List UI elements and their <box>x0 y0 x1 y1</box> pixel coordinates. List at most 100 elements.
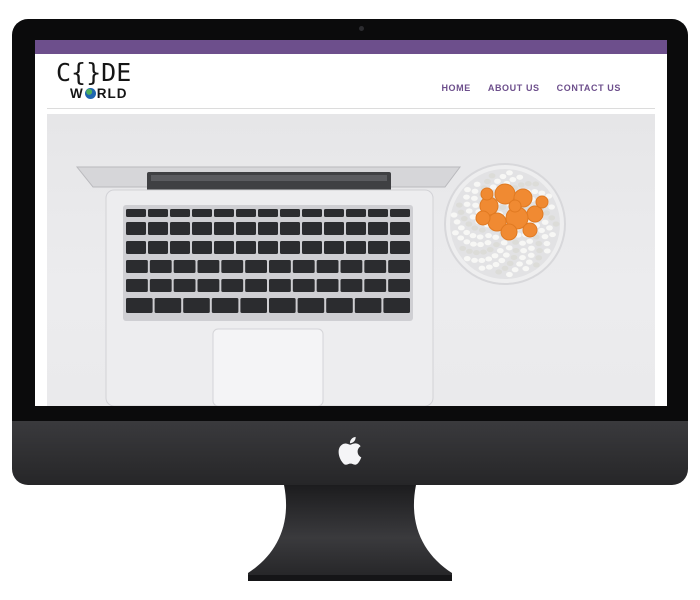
keyboard-key <box>346 222 366 235</box>
keyboard-key <box>170 209 190 217</box>
succulent-bud <box>480 187 494 201</box>
succulent-bud <box>500 223 518 241</box>
succulent-bud <box>522 222 538 238</box>
pebble <box>543 210 550 216</box>
succulent-bud <box>535 195 549 209</box>
pebble <box>531 188 539 195</box>
pebble <box>473 181 481 187</box>
pebble <box>541 234 549 240</box>
succulent-bud <box>475 210 491 226</box>
keyboard-key <box>240 298 267 313</box>
pebble <box>517 182 525 188</box>
pebble <box>469 214 477 220</box>
keyboard-key <box>297 298 325 313</box>
pebble <box>546 225 553 231</box>
pebble <box>457 235 465 241</box>
nav-home[interactable]: HOME <box>441 83 470 93</box>
camera-icon <box>359 26 364 31</box>
logo-wordmark: C{}DE <box>56 58 132 87</box>
pebble <box>473 249 480 256</box>
top-accent-bar <box>35 40 667 54</box>
keyboard-key <box>364 260 387 273</box>
pebble <box>466 248 473 254</box>
keyboard-key <box>346 209 366 217</box>
pebble <box>478 257 486 264</box>
keyboard-key <box>292 279 315 292</box>
pebble <box>489 184 497 190</box>
pebble <box>450 212 458 218</box>
pebble <box>541 219 549 225</box>
pebble <box>519 254 526 261</box>
keyboard-key <box>280 241 300 254</box>
site-logo[interactable]: C{}DE W RLD <box>56 58 156 101</box>
pebble <box>500 240 508 246</box>
nav-about-us[interactable]: ABOUT US <box>488 83 540 93</box>
succulent-bud <box>508 199 522 213</box>
pebble <box>532 262 540 268</box>
pebble <box>463 194 470 200</box>
pebble <box>464 187 471 193</box>
hero-image <box>47 114 655 406</box>
keyboard-key <box>211 298 239 313</box>
pebble <box>471 225 479 231</box>
nav-contact-us[interactable]: CONTACT US <box>557 83 621 93</box>
pebble <box>492 261 500 268</box>
keyboard-key <box>269 298 296 313</box>
hero-illustration <box>75 163 566 406</box>
pebble <box>463 201 471 207</box>
pebble <box>498 257 506 264</box>
apple-icon <box>338 436 362 465</box>
keyboard-key <box>302 241 322 254</box>
keyboard-key <box>316 279 339 292</box>
pebble <box>522 266 530 272</box>
pebble <box>535 240 543 247</box>
pebble <box>478 227 486 233</box>
keyboard-key <box>214 209 234 217</box>
keyboard-key <box>390 222 410 235</box>
header-divider <box>47 108 655 109</box>
pebble <box>527 252 535 258</box>
keyboard-key <box>149 279 172 292</box>
pebble <box>512 247 520 254</box>
pebble <box>471 257 478 263</box>
keyboard-key <box>280 222 300 235</box>
keyboard-key <box>126 260 148 273</box>
pebble <box>543 248 551 254</box>
keyboard-key <box>197 260 220 273</box>
keyboard-key <box>192 241 212 254</box>
keyboard-key <box>269 260 291 273</box>
pebble <box>552 221 560 227</box>
pebble <box>520 248 528 254</box>
keyboard-key <box>126 279 148 292</box>
pebble <box>516 174 524 180</box>
pebble <box>506 170 513 176</box>
pebble <box>499 173 507 180</box>
logo-subtitle: W RLD <box>70 86 128 101</box>
keyboard-key <box>292 260 315 273</box>
keyboard-key <box>221 260 244 273</box>
pebble <box>519 240 526 246</box>
keyboard-key <box>368 241 388 254</box>
pebble <box>505 245 513 251</box>
keyboard-key <box>148 241 168 254</box>
pebble <box>509 177 517 183</box>
pebble <box>488 173 496 179</box>
monitor-stand <box>248 485 452 581</box>
pebble <box>538 227 545 234</box>
pebble <box>457 225 465 231</box>
keyboard-key <box>192 209 212 217</box>
pebble <box>492 234 500 240</box>
keyboard-key <box>324 241 344 254</box>
keyboard-key <box>368 222 388 235</box>
keyboard-key <box>170 222 190 235</box>
pebble <box>511 267 519 273</box>
keyboard-key <box>258 241 278 254</box>
pebble <box>499 204 507 211</box>
keyboard-key <box>173 279 196 292</box>
keyboard-key <box>192 222 212 235</box>
keyboard-key <box>258 209 278 217</box>
keyboard-key <box>388 279 410 292</box>
pebble <box>463 229 471 236</box>
keyboard-key <box>149 260 172 273</box>
pebble <box>485 256 493 262</box>
